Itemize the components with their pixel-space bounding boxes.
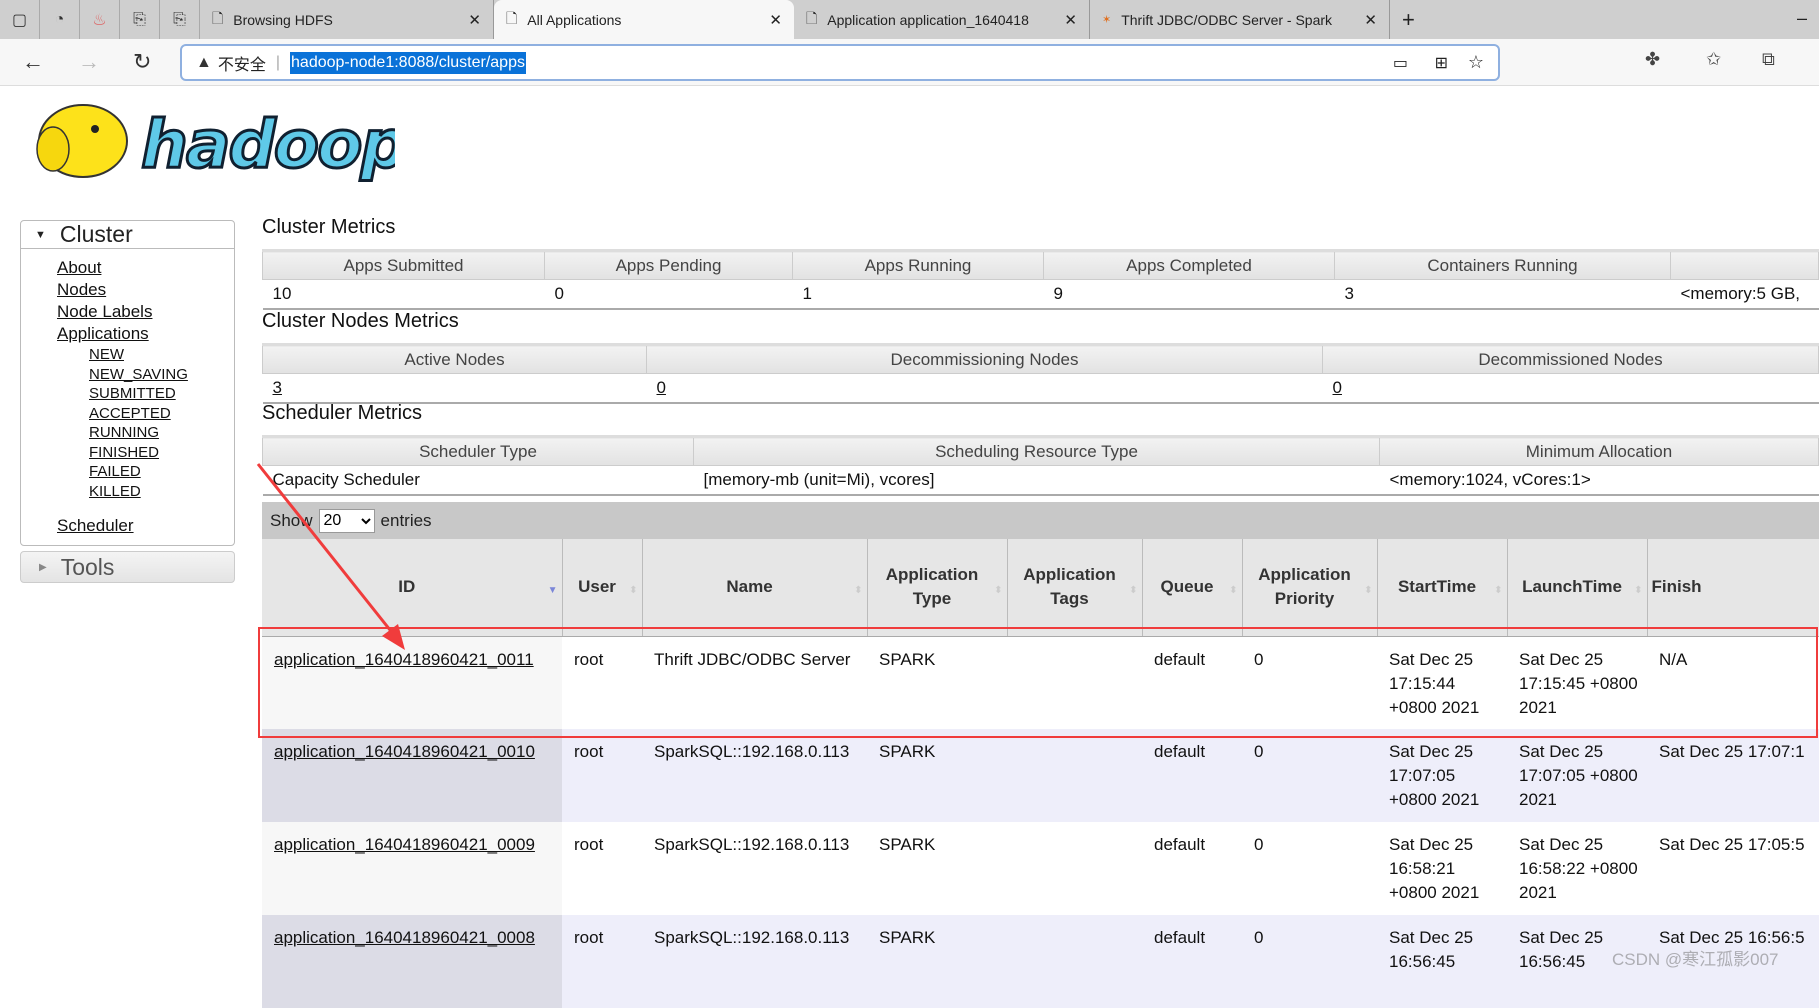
annotation-arrow — [256, 463, 405, 650]
watermark: CSDN @寒江孤影007 — [1612, 950, 1779, 969]
